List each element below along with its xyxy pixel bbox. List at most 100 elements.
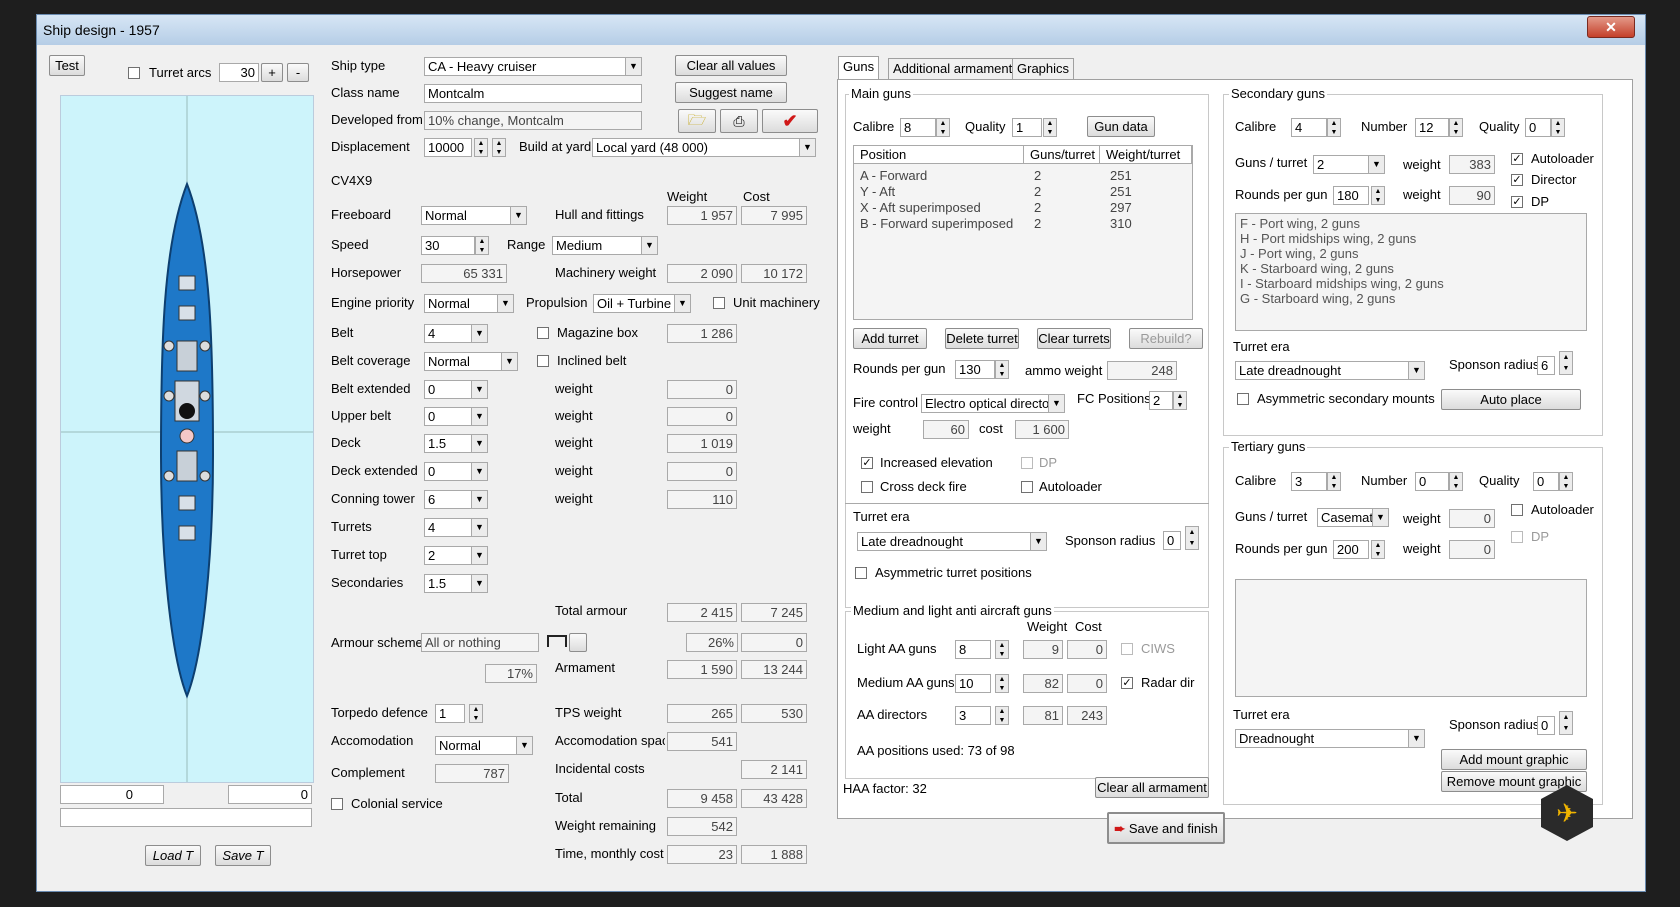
light-aa-spinner[interactable]: ▲ ▼: [995, 640, 1009, 659]
ter-turret-era-select[interactable]: Dreadnought: [1235, 729, 1409, 748]
tab-graphics[interactable]: Graphics: [1012, 58, 1075, 80]
magazine-box-checkbox[interactable]: [537, 327, 549, 339]
turret-top-select[interactable]: 2: [424, 546, 472, 565]
light-aa-input[interactable]: 8: [955, 640, 991, 659]
sec-quality-input[interactable]: 0: [1525, 118, 1551, 137]
secondary-mount-list[interactable]: F - Port wing, 2 guns H - Port midships …: [1235, 213, 1587, 331]
chevron-down-icon[interactable]: ▼: [1372, 508, 1389, 527]
ter-number-spinner[interactable]: ▲ ▼: [1449, 472, 1463, 491]
range-select[interactable]: Medium: [552, 236, 642, 255]
radar-dir-checkbox[interactable]: ✓: [1121, 677, 1133, 689]
column-header-guns[interactable]: Guns/turret: [1024, 146, 1100, 164]
asymmetric-turret-checkbox[interactable]: [855, 567, 867, 579]
chevron-down-icon[interactable]: ▼: [471, 518, 488, 537]
save-and-finish-button[interactable]: ➨ Save and finish: [1107, 812, 1225, 844]
chevron-down-icon[interactable]: ▼: [501, 352, 518, 371]
freeboard-select[interactable]: Normal: [421, 206, 511, 225]
print-icon[interactable]: ⎙: [720, 109, 758, 133]
chevron-down-icon[interactable]: ▼: [471, 546, 488, 565]
armour-scheme-button[interactable]: [569, 633, 587, 652]
build-at-yard-select[interactable]: Local yard (48 000): [592, 138, 800, 157]
colonial-service-checkbox[interactable]: [331, 798, 343, 810]
ter-guns-turret-select[interactable]: Casemat: [1317, 508, 1373, 527]
main-quality-input[interactable]: 1: [1012, 118, 1042, 137]
clear-turrets-button[interactable]: Clear turrets: [1037, 328, 1111, 349]
main-quality-spinner[interactable]: ▲ ▼: [1043, 118, 1057, 137]
chevron-down-icon[interactable]: ▼: [471, 324, 488, 343]
belt-extended-select[interactable]: 0: [424, 380, 472, 399]
inclined-belt-checkbox[interactable]: [537, 355, 549, 367]
column-header-weight[interactable]: Weight/turret: [1100, 146, 1192, 164]
ter-dp-checkbox[interactable]: [1511, 531, 1523, 543]
main-turret-era-select[interactable]: Late dreadnought: [857, 532, 1031, 551]
clear-all-armament-button[interactable]: Clear all armament: [1095, 777, 1209, 798]
chevron-down-icon[interactable]: ▼: [1408, 361, 1425, 380]
chevron-down-icon[interactable]: ▼: [471, 380, 488, 399]
table-row[interactable]: B - Forward superimposed 2 310: [858, 216, 1188, 232]
ter-quality-spinner[interactable]: ▲ ▼: [1559, 472, 1573, 491]
sec-sponson-spinner[interactable]: ▲ ▼: [1559, 351, 1573, 375]
ship-view-left-value[interactable]: 0: [60, 785, 164, 804]
aa-directors-spinner[interactable]: ▲ ▼: [995, 706, 1009, 725]
delete-turret-button[interactable]: Delete turret: [945, 328, 1019, 349]
sec-guns-turret-select[interactable]: 2: [1313, 155, 1369, 174]
engine-priority-select[interactable]: Normal: [424, 294, 498, 313]
tab-additional-armament[interactable]: Additional armament: [888, 58, 1018, 80]
table-row[interactable]: A - Forward 2 251: [858, 168, 1188, 184]
list-item[interactable]: G - Starboard wing, 2 guns: [1240, 291, 1582, 306]
add-turret-button[interactable]: Add turret: [853, 328, 927, 349]
main-sponson-input[interactable]: 0: [1163, 531, 1181, 550]
secondaries-select[interactable]: 1.5: [424, 574, 472, 593]
chevron-down-icon[interactable]: ▼: [471, 490, 488, 509]
sec-calibre-input[interactable]: 4: [1291, 118, 1327, 137]
chevron-down-icon[interactable]: ▼: [471, 574, 488, 593]
sec-asymmetric-checkbox[interactable]: [1237, 393, 1249, 405]
main-dp-checkbox[interactable]: [1021, 457, 1033, 469]
displacement-spinner[interactable]: ▲ ▼: [474, 138, 488, 157]
sec-quality-spinner[interactable]: ▲ ▼: [1551, 118, 1565, 137]
column-header-position[interactable]: Position: [854, 146, 1024, 164]
medium-aa-input[interactable]: 10: [955, 674, 991, 693]
turret-list[interactable]: Position Guns/turret Weight/turret A - F…: [853, 145, 1193, 320]
displacement-step-spinner[interactable]: ▲ ▼: [492, 138, 506, 157]
ter-sponson-input[interactable]: 0: [1537, 716, 1555, 735]
upper-belt-select[interactable]: 0: [424, 407, 472, 426]
ship-view-right-value[interactable]: 0: [228, 785, 312, 804]
save-t-button[interactable]: Save T: [215, 845, 271, 866]
ter-rounds-input[interactable]: 200: [1333, 540, 1369, 559]
sec-number-input[interactable]: 12: [1415, 118, 1449, 137]
deck-extended-select[interactable]: 0: [424, 462, 472, 481]
chevron-down-icon[interactable]: ▼: [1048, 394, 1065, 413]
table-row[interactable]: Y - Aft 2 251: [858, 184, 1188, 200]
aa-directors-input[interactable]: 3: [955, 706, 991, 725]
chevron-down-icon[interactable]: ▼: [799, 138, 816, 157]
chevron-down-icon[interactable]: ▼: [471, 462, 488, 481]
chevron-down-icon[interactable]: ▼: [641, 236, 658, 255]
sec-director-checkbox[interactable]: ✓: [1511, 174, 1523, 186]
list-item[interactable]: K - Starboard wing, 2 guns: [1240, 261, 1582, 276]
sec-rounds-input[interactable]: 180: [1333, 186, 1369, 205]
sec-rounds-spinner[interactable]: ▲ ▼: [1371, 186, 1385, 205]
turret-arcs-value[interactable]: 30: [219, 63, 259, 82]
ter-calibre-input[interactable]: 3: [1291, 472, 1327, 491]
chevron-down-icon[interactable]: ▼: [497, 294, 514, 313]
medium-aa-spinner[interactable]: ▲ ▼: [995, 674, 1009, 693]
increased-elevation-checkbox[interactable]: ✓: [861, 457, 873, 469]
list-item[interactable]: J - Port wing, 2 guns: [1240, 246, 1582, 261]
class-name-input[interactable]: Montcalm: [424, 84, 642, 103]
main-calibre-input[interactable]: 8: [900, 118, 936, 137]
main-calibre-spinner[interactable]: ▲ ▼: [936, 118, 950, 137]
sec-turret-era-select[interactable]: Late dreadnought: [1235, 361, 1409, 380]
rounds-per-gun-input[interactable]: 130: [955, 360, 995, 379]
add-mount-graphic-button[interactable]: Add mount graphic: [1441, 749, 1587, 770]
ter-number-input[interactable]: 0: [1415, 472, 1449, 491]
sec-sponson-input[interactable]: 6: [1537, 356, 1555, 375]
list-item[interactable]: F - Port wing, 2 guns: [1240, 216, 1582, 231]
close-icon[interactable]: ✕: [1587, 16, 1635, 38]
chevron-down-icon[interactable]: ▼: [1408, 729, 1425, 748]
chevron-down-icon[interactable]: ▼: [471, 434, 488, 453]
turret-arcs-checkbox[interactable]: [128, 67, 140, 79]
propulsion-select[interactable]: Oil + Turbine: [593, 294, 675, 313]
ter-sponson-spinner[interactable]: ▲ ▼: [1559, 711, 1573, 735]
list-item[interactable]: H - Port midships wing, 2 guns: [1240, 231, 1582, 246]
